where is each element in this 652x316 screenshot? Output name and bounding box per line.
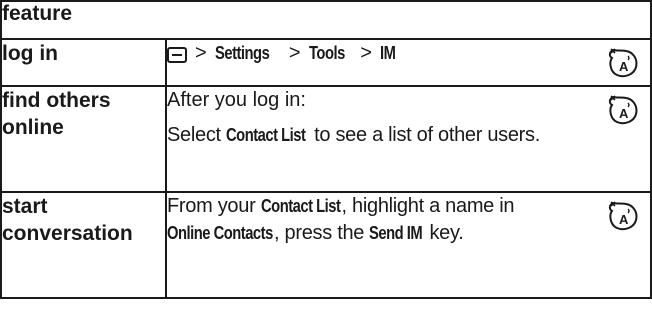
feature-name: find others online [0,85,167,193]
feature-name-line: conversation [2,222,133,245]
menu-key-icon [167,46,187,63]
path-separator: > [360,42,372,64]
table-row: find others online After you log in: Sel… [0,85,652,193]
network-feature-icon: A [608,95,638,125]
text-span: , press the [274,222,365,244]
text-span: to see a list of other users. [314,124,541,146]
svg-text:A: A [619,106,629,121]
feature-description: From your Contact List, highlight a name… [165,191,652,299]
feature-name-line: online [2,116,64,139]
instruction-text: Select Contact List to see a list of oth… [167,122,650,149]
network-feature-icon: A [608,201,638,231]
feature-name-line: find others [2,89,111,112]
path-settings: Settings [214,43,270,63]
instruction-text: After you log in: [167,89,306,111]
text-span: key. [429,222,464,244]
menu-item-contact-list: Contact List [260,196,341,216]
network-feature-icon: A [608,48,638,78]
table-header: feature [0,0,652,40]
feature-name: log in [0,38,167,87]
feature-table: feature log in > Settings > Tools > IM A [0,0,652,299]
path-tools: Tools [308,43,345,63]
table-row: log in > Settings > Tools > IM A [0,38,652,87]
text-span: From your [167,195,256,217]
text-span: , highlight a name in [341,195,515,217]
text-span: Select [167,124,221,146]
feature-description: > Settings > Tools > IM A [165,38,652,87]
feature-description: After you log in: Select Contact List to… [165,85,652,193]
instruction-text: From your Contact List, highlight a name… [167,193,650,247]
svg-text:A: A [619,212,629,227]
table-row: start conversation From your Contact Lis… [0,191,652,299]
menu-item-contact-list: Contact List [226,125,306,145]
send-im-key-label: Send IM [369,223,423,243]
path-separator: > [195,42,207,64]
path-separator: > [288,42,301,64]
menu-item-online-contacts: Online Contacts [167,223,273,243]
path-im: IM [379,43,396,63]
svg-text:A: A [619,59,629,74]
menu-path: > Settings > Tools > IM [167,40,650,67]
feature-name-line: start [2,195,48,218]
feature-name: start conversation [0,191,167,299]
